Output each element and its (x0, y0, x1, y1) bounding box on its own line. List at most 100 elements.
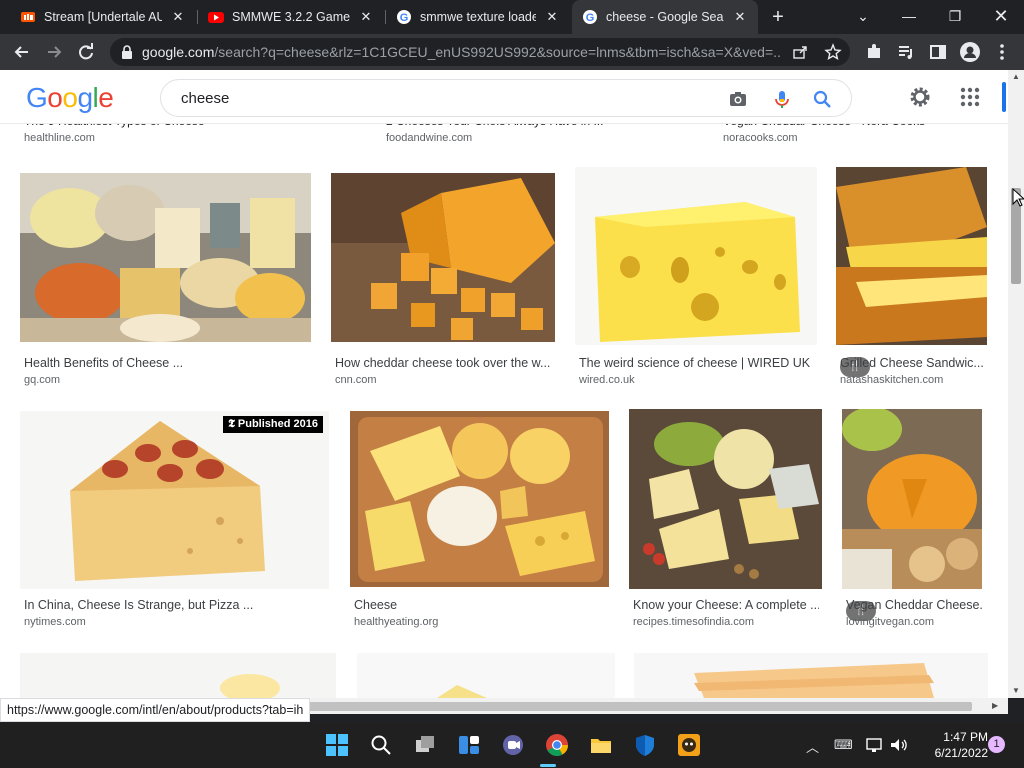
result-caption[interactable]: Vegan Cheddar Cheese... (846, 598, 982, 612)
game-icon (678, 734, 700, 756)
scroll-right-icon[interactable]: ▶ (992, 701, 998, 710)
tab-google-texture[interactable]: G smmwe texture loader ✕ (386, 0, 570, 34)
result-caption[interactable]: The weird science of cheese | WIRED UK (579, 356, 815, 370)
image-result[interactable]: 𝕿 Published 2016 In China, Cheese Is Str… (20, 411, 329, 628)
result-caption[interactable]: Cheese (354, 598, 607, 612)
file-explorer-button[interactable] (588, 732, 614, 758)
forward-button[interactable] (42, 40, 66, 64)
search-box[interactable]: cheese (160, 79, 852, 117)
microphone-icon[interactable] (771, 88, 793, 110)
image-result[interactable] (634, 653, 988, 698)
search-input[interactable]: cheese (181, 90, 229, 107)
share-icon[interactable] (792, 44, 808, 60)
svg-text:G: G (400, 12, 409, 24)
result-domain[interactable]: foodandwine.com (386, 132, 472, 144)
chrome-taskbar-button[interactable] (544, 732, 570, 758)
close-window-button[interactable]: ✕ (978, 0, 1024, 34)
result-caption[interactable]: In China, Cheese Is Strange, but Pizza .… (24, 598, 324, 612)
result-domain[interactable]: nytimes.com (24, 616, 86, 628)
close-icon[interactable]: ✕ (358, 9, 374, 25)
volume-icon[interactable] (890, 737, 908, 756)
result-caption[interactable]: How cheddar cheese took over the w... (335, 356, 553, 370)
tab-search-button[interactable]: ⌄ (840, 0, 886, 34)
result-domain[interactable]: lovingitvegan.com (846, 616, 934, 628)
bookmark-star-icon[interactable] (824, 43, 842, 61)
tab-title: SMMWE 3.2.2 Gameplay (232, 10, 350, 24)
result-domain[interactable]: wired.co.uk (579, 374, 635, 386)
close-icon[interactable]: ✕ (732, 9, 748, 25)
result-image[interactable] (331, 173, 555, 342)
restore-button[interactable]: ❐ (932, 0, 978, 34)
active-app-indicator (540, 764, 556, 767)
tab-strip: Stream [Undertale AU - ✕ SMMWE 3.2.2 Gam… (0, 0, 1024, 34)
search-icon[interactable] (811, 88, 833, 110)
back-button[interactable] (10, 40, 34, 64)
camera-icon[interactable] (727, 88, 749, 110)
image-result[interactable]: Cheese healthyeating.org (350, 411, 609, 628)
result-image[interactable] (20, 411, 329, 589)
tab-youtube[interactable]: SMMWE 3.2.2 Gameplay ✕ (198, 0, 384, 34)
image-result[interactable] (20, 653, 336, 698)
result-domain[interactable]: noracooks.com (723, 132, 798, 144)
result-image[interactable] (629, 409, 822, 589)
result-caption[interactable]: Know your Cheese: A complete ... (633, 598, 819, 612)
account-indicator[interactable] (1002, 82, 1006, 112)
image-result[interactable]: How cheddar cheese took over the w... cn… (331, 173, 555, 386)
google-logo[interactable]: Google (26, 82, 114, 114)
tab-google-cheese[interactable]: G cheese - Google Search ✕ (572, 0, 758, 34)
result-domain[interactable]: cnn.com (335, 374, 377, 386)
new-tab-button[interactable]: + (766, 5, 790, 29)
result-image[interactable] (842, 409, 982, 589)
extensions-button[interactable] (862, 40, 886, 64)
avatar-icon (960, 42, 980, 62)
image-result[interactable]: Know your Cheese: A complete ... recipes… (629, 409, 822, 628)
apps-grid-icon[interactable] (958, 85, 982, 109)
chrome-menu-button[interactable] (990, 40, 1014, 64)
network-icon[interactable] (866, 737, 884, 756)
media-control-button[interactable] (894, 40, 918, 64)
widgets-button[interactable] (456, 732, 482, 758)
image-result[interactable]: 🍴 Vegan Cheddar Cheese... lovingitvegan.… (842, 409, 982, 628)
address-bar[interactable]: google.com/search?q=cheese&rlz=1C1GCEU_e… (110, 38, 850, 66)
chevron-up-icon[interactable]: ︿ (806, 737, 819, 756)
published-badge: 𝕿 Published 2016 (223, 416, 323, 433)
reload-button[interactable] (74, 40, 98, 64)
close-icon[interactable]: ✕ (544, 9, 560, 25)
gear-icon[interactable] (908, 85, 932, 109)
image-result[interactable]: 🍴 Grilled Cheese Sandwic... natashaskitc… (836, 167, 987, 386)
result-image[interactable] (575, 167, 817, 345)
security-button[interactable] (632, 732, 658, 758)
image-result[interactable] (357, 653, 615, 698)
result-image[interactable] (20, 173, 311, 342)
scroll-down-icon[interactable]: ▼ (1012, 686, 1020, 695)
result-image[interactable] (836, 167, 987, 345)
game-app-button[interactable] (676, 732, 702, 758)
keyboard-icon[interactable]: ⌨ (834, 737, 853, 753)
result-domain[interactable]: recipes.timesofindia.com (633, 616, 754, 628)
image-result[interactable]: The weird science of cheese | WIRED UK w… (575, 167, 817, 386)
result-image[interactable] (350, 411, 609, 587)
notification-badge[interactable]: 1 (988, 736, 1005, 753)
image-result[interactable]: Health Benefits of Cheese ... gq.com (20, 173, 311, 386)
side-panel-button[interactable] (926, 40, 950, 64)
teams-chat-button[interactable] (500, 732, 526, 758)
tab-title: cheese - Google Search (606, 10, 724, 24)
scroll-up-icon[interactable]: ▲ (1012, 72, 1020, 81)
result-domain[interactable]: gq.com (24, 374, 60, 386)
vertical-scrollbar[interactable]: ▲ ▼ (1008, 70, 1024, 698)
minimize-button[interactable]: — (886, 0, 932, 34)
result-domain[interactable]: natashaskitchen.com (840, 374, 943, 386)
result-domain[interactable]: healthyeating.org (354, 616, 438, 628)
result-domain[interactable]: healthline.com (24, 132, 95, 144)
result-caption[interactable]: Grilled Cheese Sandwic... (840, 356, 985, 370)
system-clock[interactable]: 1:47 PM 6/21/2022 (918, 729, 988, 761)
search-icon (371, 735, 391, 755)
search-button[interactable] (368, 732, 394, 758)
profile-button[interactable] (958, 40, 982, 64)
close-icon[interactable]: ✕ (170, 9, 186, 25)
tab-soundcloud[interactable]: Stream [Undertale AU - ✕ (10, 0, 196, 34)
playlist-icon (899, 46, 912, 59)
task-view-button[interactable] (412, 732, 438, 758)
result-caption[interactable]: Health Benefits of Cheese ... (24, 356, 309, 370)
start-button[interactable] (324, 732, 350, 758)
